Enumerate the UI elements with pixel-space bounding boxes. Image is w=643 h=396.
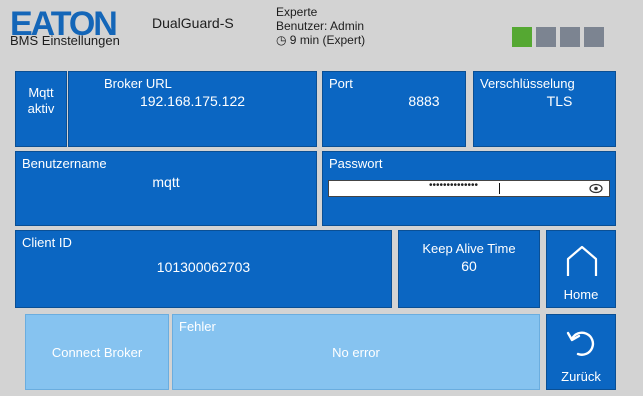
- password-panel: Passwort ••••••••••••••: [322, 151, 616, 226]
- username-label: Benutzername: [22, 156, 107, 171]
- mode-label: Experte: [276, 5, 318, 19]
- encryption-label: Verschlüsselung: [480, 76, 575, 91]
- port-label: Port: [329, 76, 353, 91]
- encryption-value: TLS: [546, 93, 573, 109]
- session-timer: ◷ 9 min (Expert): [276, 33, 366, 47]
- device-name: DualGuard-S: [152, 15, 234, 31]
- session-info: Experte Benutzer: Admin ◷ 9 min (Expert): [276, 5, 365, 47]
- error-label: Fehler: [179, 319, 216, 334]
- mqtt-toggle-value: aktiv: [27, 101, 55, 116]
- home-button[interactable]: Home: [546, 230, 616, 308]
- password-input[interactable]: ••••••••••••••: [328, 180, 610, 197]
- back-label: Zurück: [561, 369, 601, 384]
- connect-broker-button[interactable]: Connect Broker: [25, 314, 169, 390]
- show-password-eye-icon[interactable]: [589, 183, 603, 194]
- mqtt-toggle-button[interactable]: Mqtt aktiv: [15, 71, 67, 147]
- client-id-value: 101300062703: [156, 259, 251, 275]
- broker-url-value: 192.168.175.122: [139, 93, 246, 109]
- keep-alive-value: 60: [461, 258, 477, 274]
- status-indicator-4: [584, 27, 604, 47]
- error-value: No error: [332, 345, 380, 360]
- mqtt-toggle-label: Mqtt: [28, 85, 54, 100]
- status-indicator-3: [560, 27, 580, 47]
- connect-broker-label: Connect Broker: [51, 345, 143, 360]
- broker-url-label: Broker URL: [104, 76, 172, 91]
- password-label: Passwort: [329, 156, 383, 171]
- status-indicator-2: [536, 27, 556, 47]
- error-panel: Fehler No error: [172, 314, 540, 390]
- client-id-field[interactable]: Client ID 101300062703: [15, 230, 392, 308]
- home-label: Home: [563, 287, 599, 302]
- status-indicator-1: [512, 27, 532, 47]
- password-value: ••••••••••••••: [429, 180, 479, 191]
- home-icon: [566, 245, 598, 276]
- port-field[interactable]: Port 8883: [322, 71, 466, 147]
- username-value: mqtt: [152, 174, 180, 190]
- broker-url-field[interactable]: Broker URL 192.168.175.122: [68, 71, 317, 147]
- keep-alive-label: Keep Alive Time: [422, 241, 516, 256]
- encryption-select[interactable]: Verschlüsselung TLS: [473, 71, 616, 147]
- user-label: Benutzer: Admin: [276, 19, 365, 33]
- username-field[interactable]: Benutzername mqtt: [15, 151, 317, 226]
- back-arrow-icon: [566, 331, 595, 356]
- text-caret: [499, 183, 500, 194]
- client-id-label: Client ID: [22, 235, 72, 250]
- back-button[interactable]: Zurück: [546, 314, 616, 390]
- keep-alive-field[interactable]: Keep Alive Time 60: [398, 230, 540, 308]
- port-value: 8883: [408, 93, 440, 109]
- page-subtitle: BMS Einstellungen: [10, 33, 120, 48]
